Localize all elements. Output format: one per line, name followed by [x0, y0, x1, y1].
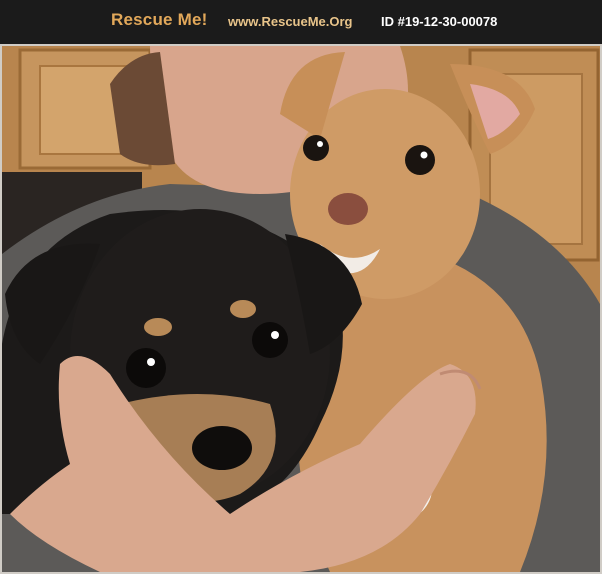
site-url-link[interactable]: www.RescueMe.Org [228, 14, 353, 29]
black-puppy-eye-shine-left [147, 358, 155, 366]
black-puppy-brow-right [230, 300, 256, 318]
black-puppy-eye-shine-right [271, 331, 279, 339]
tan-puppy-nose [328, 193, 368, 225]
puppies-photo-illustration [0, 44, 602, 574]
tan-puppy-eye-shine-left [317, 141, 323, 147]
header-bar: Rescue Me! www.RescueMe.Org ID #19-12-30… [0, 0, 602, 44]
tan-puppy-eye-shine-right [420, 151, 428, 159]
black-puppy-eye-left [126, 348, 166, 388]
tan-puppy-eye-right [405, 145, 435, 175]
black-puppy-brow-left [144, 318, 172, 336]
pet-id-label: ID #19-12-30-00078 [381, 14, 498, 29]
site-logo[interactable]: Rescue Me! [111, 10, 207, 30]
tan-puppy-eye-left [303, 135, 329, 161]
black-puppy-eye-right [252, 322, 288, 358]
black-puppy-nose [192, 426, 252, 470]
pet-photo [0, 44, 602, 574]
